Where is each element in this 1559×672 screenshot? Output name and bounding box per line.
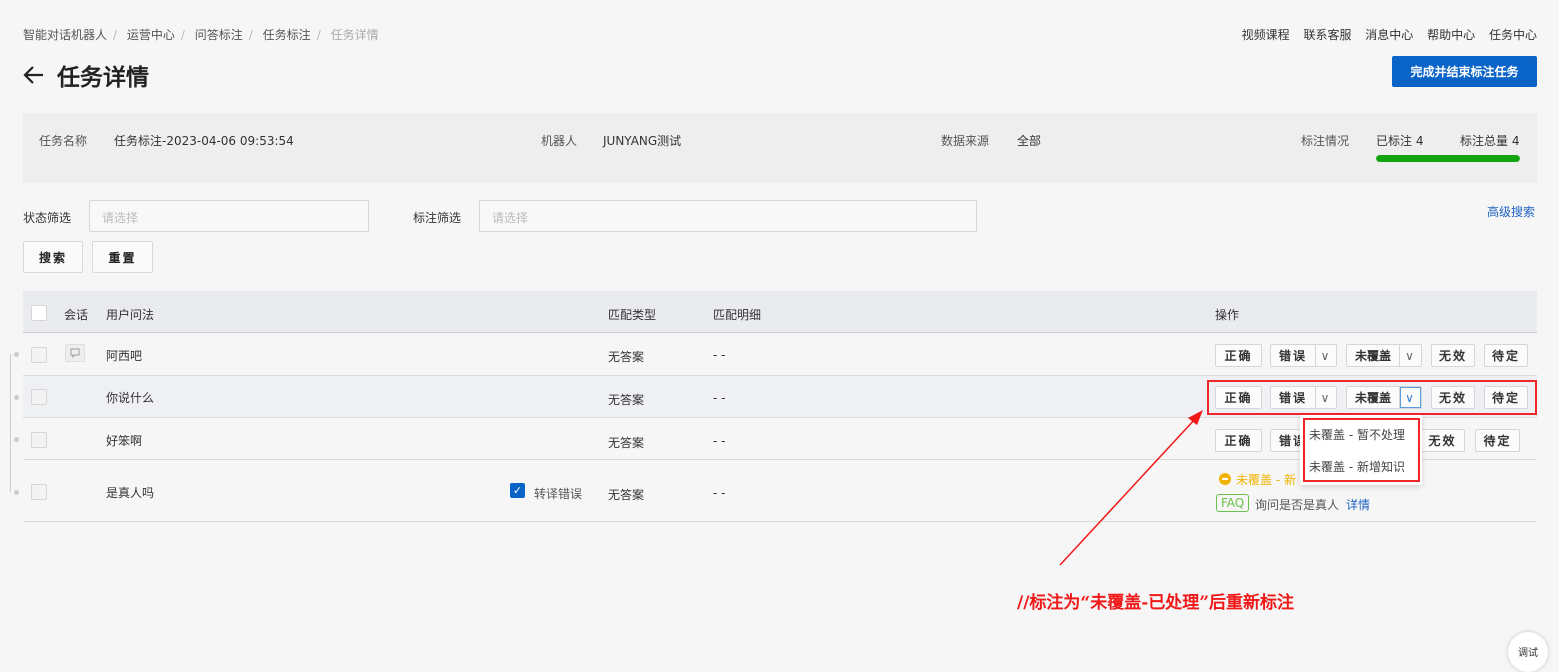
debug-float-button[interactable]: 调试 (1508, 632, 1548, 672)
annotation-note: //标注为“未覆盖-已处理”后重新标注 (1017, 593, 1295, 613)
annotation-arrow-icon (1059, 410, 1203, 566)
